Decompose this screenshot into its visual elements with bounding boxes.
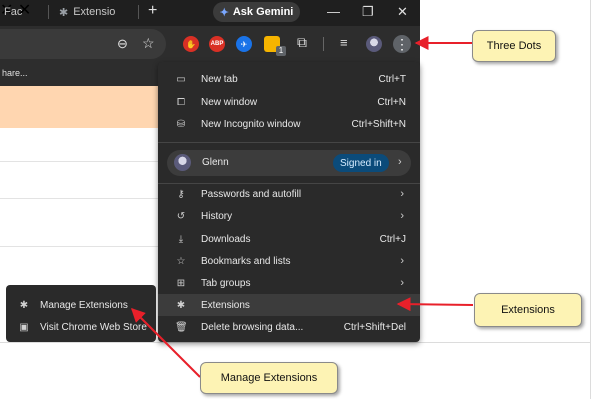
callout-label: Extensions [501,304,555,316]
callout-extensions: Extensions [474,293,582,327]
arrow-manage-extensions [131,308,201,378]
callout-three-dots: Three Dots [472,30,556,62]
arrow-extensions [396,297,474,312]
callout-label: Three Dots [486,40,542,52]
callout-manage-extensions: Manage Extensions [200,362,338,394]
callout-label: Manage Extensions [220,372,318,384]
